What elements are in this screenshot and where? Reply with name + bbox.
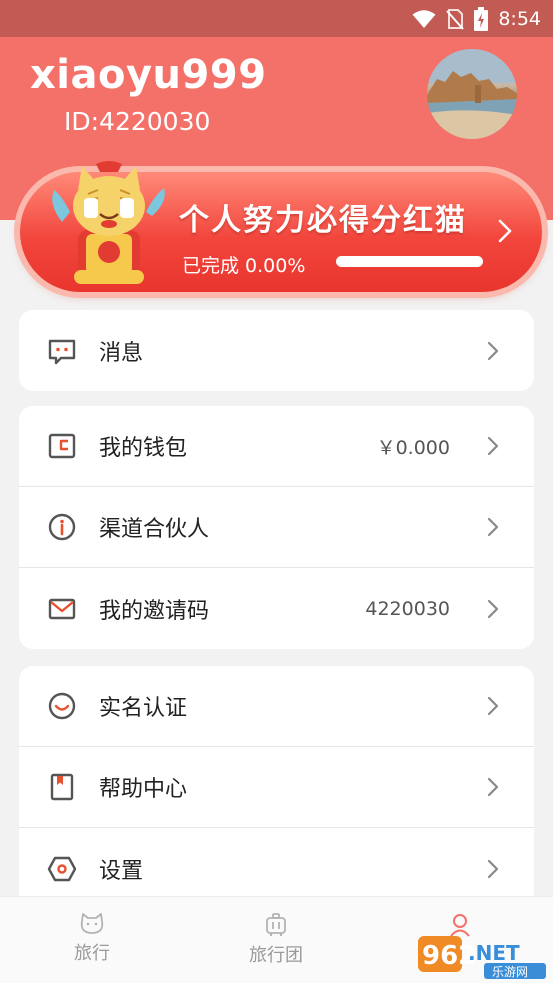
tab-label: 旅行团 <box>249 945 303 966</box>
invite-code-value: 4220030 <box>365 597 450 620</box>
battery-charging-icon <box>474 6 489 31</box>
wallet-icon <box>48 433 76 459</box>
svg-text:.NET: .NET <box>468 941 520 965</box>
cat-face-icon <box>80 913 104 934</box>
tab-label: 旅行 <box>74 943 110 964</box>
banner-title: 个人努力必得分红猫 <box>179 203 467 238</box>
chevron-right-icon <box>487 777 499 797</box>
menu-card-messages: 消息 <box>19 310 534 391</box>
menu-item-label: 帮助中心 <box>99 777 188 802</box>
menu-item-label: 我的钱包 <box>99 436 188 461</box>
menu-item-channel-partner[interactable]: 渠道合伙人 <box>19 487 534 568</box>
menu-item-help-center[interactable]: 帮助中心 <box>19 747 534 828</box>
tab-tour-group[interactable]: 旅行团 <box>184 897 368 983</box>
menu-item-messages[interactable]: 消息 <box>19 310 534 391</box>
chevron-right-icon <box>487 859 499 878</box>
menu-item-label: 渠道合伙人 <box>99 517 210 542</box>
lucky-cat-mascot-icon <box>52 161 165 284</box>
luggage-icon <box>266 913 286 937</box>
watermark-logo: 962 .NET 乐游网 <box>418 936 546 979</box>
message-icon <box>48 339 76 364</box>
username: xiaoyu999 <box>30 52 267 98</box>
wifi-icon <box>412 9 436 28</box>
smile-icon <box>48 692 76 720</box>
banner-chevron-right-icon[interactable] <box>497 218 513 244</box>
menu-item-label: 实名认证 <box>99 696 188 721</box>
chevron-right-icon <box>487 436 499 456</box>
no-sim-icon <box>446 8 465 30</box>
book-icon <box>50 773 74 801</box>
chevron-right-icon <box>487 517 499 537</box>
settings-icon <box>47 856 77 881</box>
chevron-right-icon <box>487 599 499 618</box>
menu-item-label: 消息 <box>99 340 144 366</box>
avatar[interactable] <box>427 49 517 139</box>
svg-text:乐游网: 乐游网 <box>492 965 528 979</box>
wallet-balance: ￥0.000 <box>376 436 450 459</box>
mail-icon <box>48 598 76 619</box>
status-bar: 8:54 <box>0 0 553 37</box>
menu-item-wallet[interactable]: 我的钱包 ￥0.000 <box>19 406 534 487</box>
menu-card-settings: 实名认证 帮助中心 设置 <box>19 666 534 909</box>
chevron-right-icon <box>487 696 499 716</box>
menu-card-account: 我的钱包 ￥0.000 渠道合伙人 我的邀请码 4220030 <box>19 406 534 649</box>
status-time: 8:54 <box>498 7 541 30</box>
banner-progress-label: 已完成 0.00% <box>182 255 306 277</box>
chevron-right-icon <box>487 341 499 360</box>
menu-item-label: 我的邀请码 <box>99 598 210 624</box>
menu-item-real-name[interactable]: 实名认证 <box>19 666 534 747</box>
menu-item-label: 设置 <box>99 858 144 884</box>
banner-progress-bar <box>336 256 483 267</box>
tab-travel[interactable]: 旅行 <box>0 897 184 983</box>
info-icon <box>48 513 76 541</box>
user-id: ID:4220030 <box>64 107 211 136</box>
menu-item-invite-code[interactable]: 我的邀请码 4220030 <box>19 568 534 649</box>
